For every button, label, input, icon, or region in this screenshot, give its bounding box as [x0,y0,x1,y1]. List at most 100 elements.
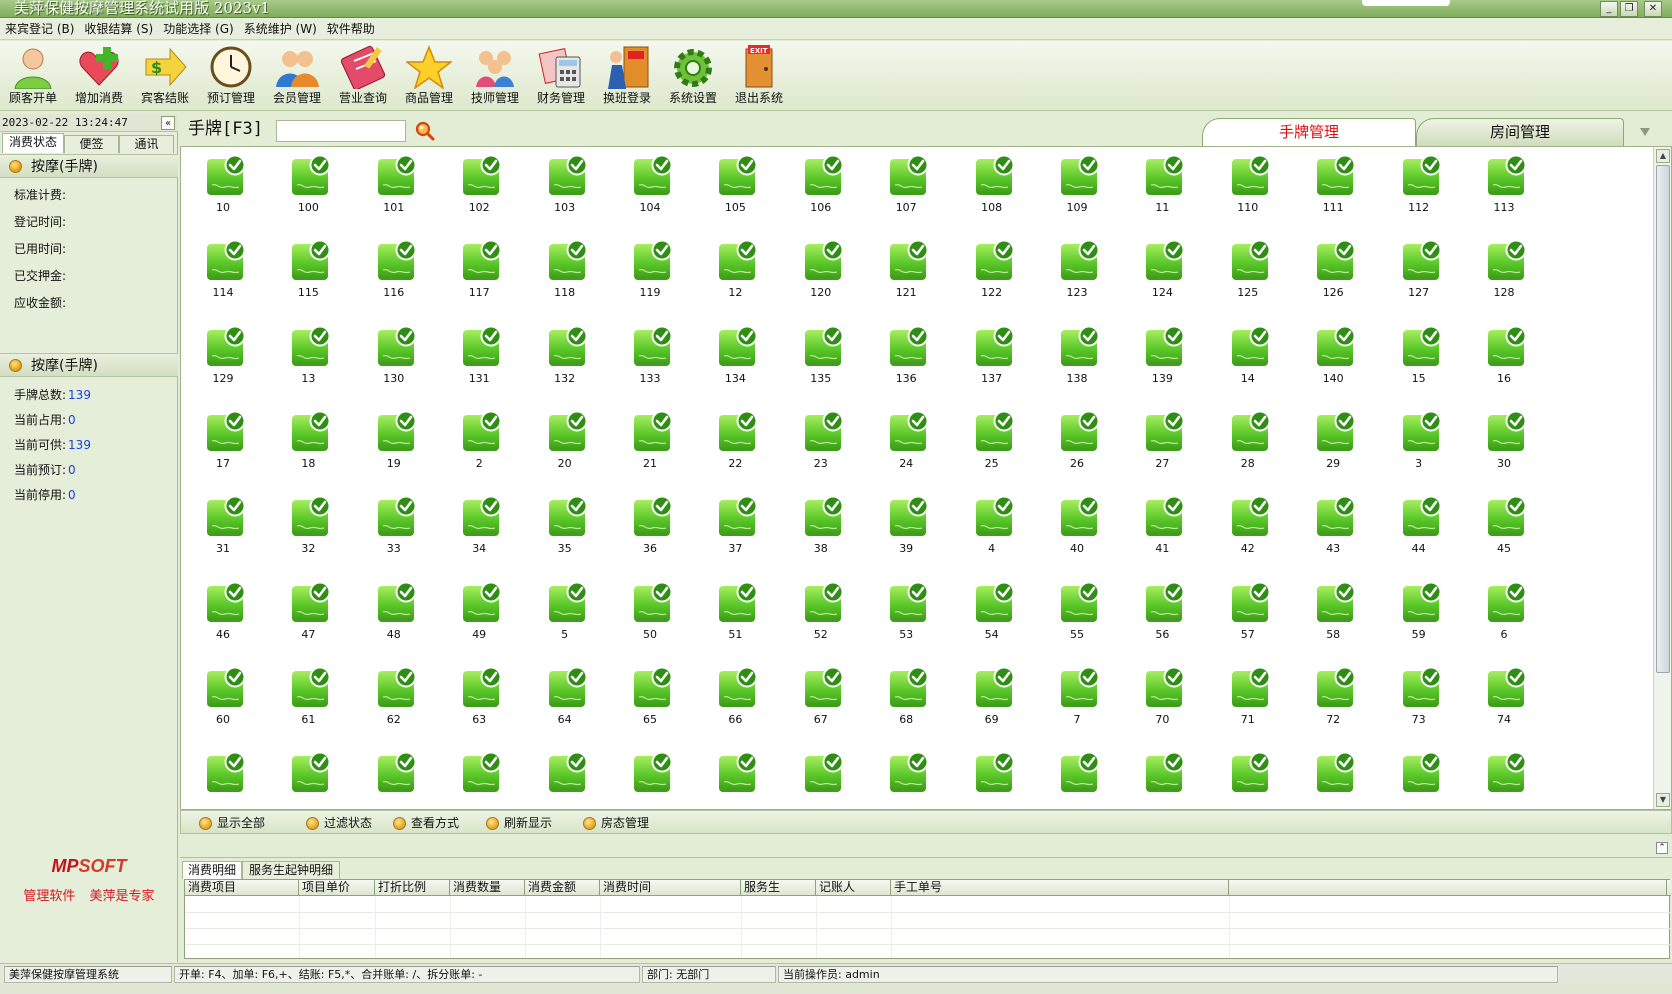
wristband-card[interactable]: 118 [525,234,605,318]
wristband-card[interactable]: 130 [354,320,434,404]
wristband-card-partial[interactable] [354,746,434,809]
wristband-search-input[interactable] [276,120,406,142]
wristband-card[interactable]: 67 [781,661,861,745]
wristband-card[interactable]: 3 [1379,405,1459,489]
wristband-card[interactable]: 19 [354,405,434,489]
wristband-card[interactable]: 14 [1208,320,1288,404]
column-header[interactable] [1229,880,1667,896]
section-billing-info[interactable]: 按摩(手牌) [0,154,178,178]
wristband-card[interactable]: 42 [1208,490,1288,574]
view-mode-button[interactable]: 查看方式 [393,814,459,832]
wristband-card[interactable]: 56 [1122,576,1202,660]
wristband-card[interactable]: 120 [781,234,861,318]
wristband-card-partial[interactable] [1037,746,1117,809]
toolbar-button-4[interactable]: 预订管理 [198,43,264,109]
wristband-card[interactable]: 129 [183,320,263,404]
wristband-card[interactable]: 33 [354,490,434,574]
wristband-card-partial[interactable] [525,746,605,809]
wristband-card[interactable]: 66 [695,661,775,745]
tabs-scroll-icon[interactable] [1640,128,1650,136]
wristband-card[interactable]: 64 [525,661,605,745]
wristband-card-partial[interactable] [1208,746,1288,809]
wristband-card[interactable]: 39 [866,490,946,574]
wristband-card[interactable]: 35 [525,490,605,574]
wristband-card-partial[interactable] [439,746,519,809]
wristband-card[interactable]: 53 [866,576,946,660]
wristband-card-partial[interactable] [268,746,348,809]
wristband-card[interactable]: 108 [952,149,1032,233]
wristband-card[interactable]: 126 [1293,234,1373,318]
minimize-button[interactable]: _ [1600,1,1618,17]
wristband-card[interactable]: 24 [866,405,946,489]
wristband-card[interactable]: 102 [439,149,519,233]
wristband-card[interactable]: 111 [1293,149,1373,233]
wristband-card[interactable]: 136 [866,320,946,404]
wristband-card[interactable]: 12 [695,234,775,318]
menu-item[interactable]: 功能选择 (G) [158,18,238,40]
toolbar-button-6[interactable]: 营业查询 [330,43,396,109]
section-wristband-stats[interactable]: 按摩(手牌) [0,353,178,377]
wristband-card[interactable]: 123 [1037,234,1117,318]
menu-item[interactable]: 来宾登记 (B) [0,18,79,40]
wristband-card[interactable]: 18 [268,405,348,489]
toolbar-button-11[interactable]: 系统设置 [660,43,726,109]
wristband-card[interactable]: 105 [695,149,775,233]
wristband-card[interactable]: 132 [525,320,605,404]
wristband-card[interactable]: 43 [1293,490,1373,574]
tab-service-clock-detail[interactable]: 服务生起钟明细 [242,861,340,879]
toolbar-button-7[interactable]: 商品管理 [396,43,462,109]
toolbar-button-12[interactable]: EXIT 退出系统 [726,43,792,109]
wristband-card[interactable]: 51 [695,576,775,660]
wristband-card[interactable]: 57 [1208,576,1288,660]
wristband-card-partial[interactable] [952,746,1032,809]
wristband-card[interactable]: 31 [183,490,263,574]
wristband-card-partial[interactable] [1464,746,1544,809]
column-header[interactable]: 打折比例 [375,880,450,896]
toolbar-button-10[interactable]: 换班登录 [594,43,660,109]
wristband-card[interactable]: 22 [695,405,775,489]
tab-consumption-status[interactable]: 消费状态 [2,133,64,153]
wristband-card[interactable]: 47 [268,576,348,660]
wristband-card[interactable]: 68 [866,661,946,745]
wristband-card[interactable]: 5 [525,576,605,660]
wristband-card[interactable]: 122 [952,234,1032,318]
tab-consumption-detail[interactable]: 消费明细 [182,861,242,879]
wristband-card[interactable]: 4 [952,490,1032,574]
room-status-button[interactable]: 房态管理 [583,814,649,832]
wristband-card[interactable]: 41 [1122,490,1202,574]
wristband-card[interactable]: 116 [354,234,434,318]
menu-item[interactable]: 收银结算 (S) [79,18,158,40]
wristband-card[interactable]: 45 [1464,490,1544,574]
column-header[interactable]: 记账人 [816,880,891,896]
wristband-card-partial[interactable] [866,746,946,809]
wristband-card-partial[interactable] [1379,746,1459,809]
wristband-card[interactable]: 49 [439,576,519,660]
wristband-card-partial[interactable] [610,746,690,809]
search-icon[interactable] [414,120,436,142]
column-header[interactable]: 消费项目 [185,880,299,896]
wristband-card[interactable]: 10 [183,149,263,233]
filter-status-button[interactable]: 过滤状态 [306,814,372,832]
wristband-card[interactable]: 106 [781,149,861,233]
wristband-card[interactable]: 70 [1122,661,1202,745]
wristband-card[interactable]: 32 [268,490,348,574]
wristband-card[interactable]: 139 [1122,320,1202,404]
wristband-card[interactable]: 71 [1208,661,1288,745]
wristband-card-partial[interactable] [183,746,263,809]
tab-notes[interactable]: 便签 [64,135,119,153]
wristband-card[interactable]: 137 [952,320,1032,404]
wristband-card[interactable]: 107 [866,149,946,233]
wristband-card[interactable]: 50 [610,576,690,660]
wristband-card[interactable]: 119 [610,234,690,318]
wristband-card[interactable]: 37 [695,490,775,574]
wristband-card[interactable]: 58 [1293,576,1373,660]
wristband-card[interactable]: 115 [268,234,348,318]
wristband-card[interactable]: 2 [439,405,519,489]
column-header[interactable]: 项目单价 [299,880,375,896]
wristband-card[interactable]: 110 [1208,149,1288,233]
wristband-card[interactable]: 112 [1379,149,1459,233]
scroll-down-icon[interactable]: ▼ [1656,793,1670,807]
wristband-card[interactable]: 29 [1293,405,1373,489]
wristband-card[interactable]: 62 [354,661,434,745]
restore-button[interactable]: ❐ [1620,1,1638,17]
